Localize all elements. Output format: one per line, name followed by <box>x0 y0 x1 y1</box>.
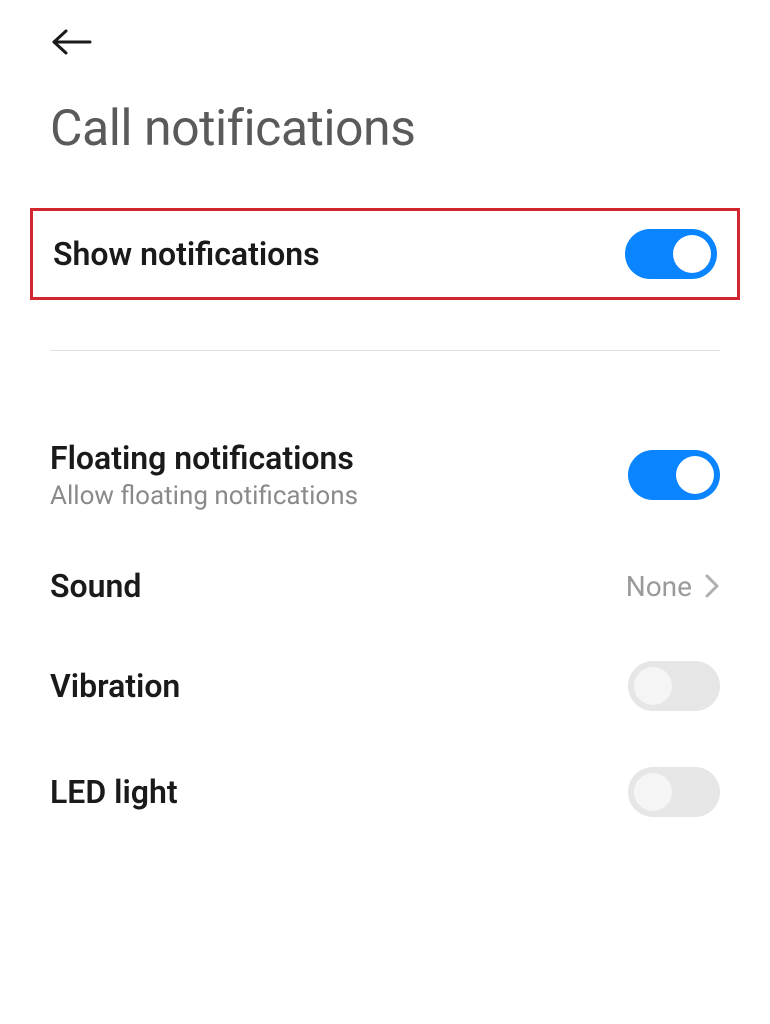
vibration-label: Vibration <box>50 667 180 705</box>
led-light-label: LED light <box>50 773 178 811</box>
toggle-knob <box>673 235 711 273</box>
page-title: Call notifications <box>0 60 770 208</box>
sound-label: Sound <box>50 567 141 605</box>
led-light-toggle[interactable] <box>628 767 720 817</box>
sound-value: None <box>626 570 692 603</box>
floating-notifications-row[interactable]: Floating notifications Allow floating no… <box>50 411 720 539</box>
show-notifications-label: Show notifications <box>53 235 320 273</box>
sound-row[interactable]: Sound None <box>50 539 720 633</box>
vibration-toggle[interactable] <box>628 661 720 711</box>
chevron-right-icon <box>704 573 720 599</box>
show-notifications-row[interactable]: Show notifications <box>30 208 740 300</box>
floating-notifications-subtitle: Allow floating notifications <box>50 481 358 511</box>
floating-notifications-label: Floating notifications <box>50 439 358 477</box>
toggle-knob <box>634 773 672 811</box>
show-notifications-toggle[interactable] <box>625 229 717 279</box>
arrow-left-icon <box>50 28 94 60</box>
toggle-knob <box>676 456 714 494</box>
toggle-knob <box>634 667 672 705</box>
floating-notifications-toggle[interactable] <box>628 450 720 500</box>
vibration-row[interactable]: Vibration <box>50 633 720 739</box>
back-button[interactable] <box>50 28 94 60</box>
led-light-row[interactable]: LED light <box>50 739 720 845</box>
